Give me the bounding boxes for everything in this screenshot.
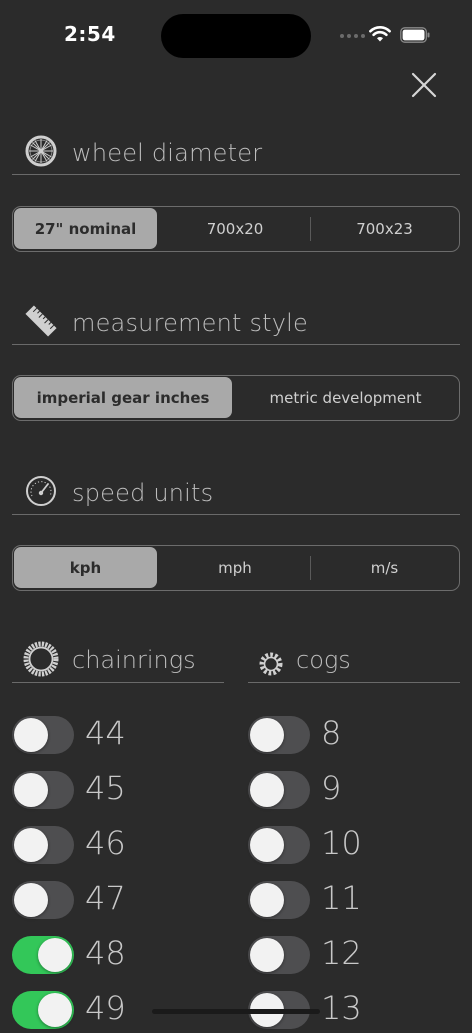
wheel-icon xyxy=(25,135,57,167)
segment-700x20[interactable]: 700x20 xyxy=(161,207,309,250)
cog-toggle[interactable] xyxy=(248,826,310,864)
toggle-knob xyxy=(14,773,48,807)
dynamic-island xyxy=(161,14,311,58)
home-indicator[interactable] xyxy=(152,1009,320,1014)
cog-label: 11 xyxy=(321,879,362,917)
cog-row: 12 xyxy=(248,934,460,978)
cog-label: 9 xyxy=(321,769,342,807)
cog-row: 10 xyxy=(248,824,460,868)
cog-row: 8 xyxy=(248,714,460,758)
cog-icon xyxy=(259,652,283,676)
speed-units-selector: kph mph m/s xyxy=(12,545,460,591)
toggle-knob xyxy=(250,718,284,752)
wifi-icon xyxy=(369,26,391,42)
wheel-diameter-selector: 27" nominal 700x20 700x23 xyxy=(12,206,460,252)
chainrings-header: chainrings xyxy=(12,641,224,683)
cog-label: 8 xyxy=(321,714,342,752)
chainring-toggle[interactable] xyxy=(12,936,74,974)
cog-toggle[interactable] xyxy=(248,936,310,974)
section-title: speed units xyxy=(72,479,214,507)
cog-toggle[interactable] xyxy=(248,716,310,754)
chainring-label: 48 xyxy=(85,934,126,972)
cog-toggle[interactable] xyxy=(248,771,310,809)
chainring-toggle[interactable] xyxy=(12,716,74,754)
cog-row: 11 xyxy=(248,879,460,923)
chainring-label: 46 xyxy=(85,824,126,862)
section-title: measurement style xyxy=(72,309,309,337)
speed-units-header: speed units xyxy=(12,474,460,515)
toggle-knob xyxy=(250,773,284,807)
chainring-row: 47 xyxy=(12,879,224,923)
chainring-row: 44 xyxy=(12,714,224,758)
cog-toggle[interactable] xyxy=(248,881,310,919)
chainring-icon xyxy=(23,641,59,677)
toggle-knob xyxy=(250,828,284,862)
status-time: 2:54 xyxy=(64,22,116,46)
chainring-toggle[interactable] xyxy=(12,881,74,919)
wheel-diameter-header: wheel diameter xyxy=(12,134,460,175)
cog-label: 13 xyxy=(321,989,362,1027)
signal-icon xyxy=(340,34,365,38)
chainring-toggle[interactable] xyxy=(12,826,74,864)
chainring-row: 46 xyxy=(12,824,224,868)
chainring-label: 44 xyxy=(85,714,126,752)
cog-label: 12 xyxy=(321,934,362,972)
cogs-header: cogs xyxy=(248,642,460,683)
toggle-knob xyxy=(250,883,284,917)
segment-27-nominal[interactable]: 27" nominal xyxy=(14,208,157,249)
measurement-style-selector: imperial gear inches metric development xyxy=(12,375,460,421)
chainring-toggle[interactable] xyxy=(12,771,74,809)
cog-row: 9 xyxy=(248,769,460,813)
toggle-knob xyxy=(14,883,48,917)
speedometer-icon xyxy=(26,476,56,506)
segment-metric-development[interactable]: metric development xyxy=(233,376,458,419)
toggle-knob xyxy=(14,718,48,752)
ruler-icon xyxy=(25,305,57,337)
segment-700x23[interactable]: 700x23 xyxy=(311,207,458,250)
chainring-label: 45 xyxy=(85,769,126,807)
segment-mph[interactable]: mph xyxy=(161,546,309,589)
chainring-row: 45 xyxy=(12,769,224,813)
segment-imperial-gear-inches[interactable]: imperial gear inches xyxy=(14,377,232,418)
segment-m-s[interactable]: m/s xyxy=(311,546,458,589)
chainring-label: 49 xyxy=(85,989,126,1027)
section-title: wheel diameter xyxy=(72,139,263,167)
status-bar: 2:54 xyxy=(0,0,472,70)
segment-kph[interactable]: kph xyxy=(14,547,157,588)
close-icon[interactable] xyxy=(404,66,444,106)
cog-label: 10 xyxy=(321,824,362,862)
measurement-style-header: measurement style xyxy=(12,304,460,345)
battery-icon xyxy=(400,27,430,43)
toggle-knob xyxy=(14,828,48,862)
chainring-row: 48 xyxy=(12,934,224,978)
toggle-knob xyxy=(250,938,284,972)
toggle-knob xyxy=(38,993,72,1027)
chainrings-title: chainrings xyxy=(72,646,196,674)
cogs-title: cogs xyxy=(296,646,351,674)
chainring-toggle[interactable] xyxy=(12,991,74,1029)
chainring-label: 47 xyxy=(85,879,126,917)
toggle-knob xyxy=(38,938,72,972)
